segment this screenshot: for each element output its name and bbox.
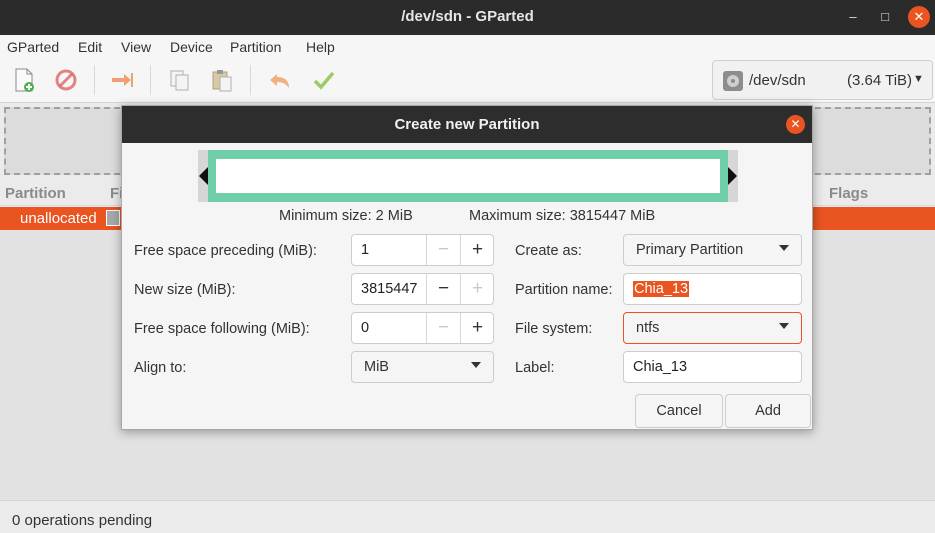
partition-usage-area bbox=[216, 159, 720, 193]
preceding-spinbutton[interactable]: 1 − + bbox=[351, 234, 494, 266]
preceding-decrement-button[interactable]: − bbox=[426, 235, 460, 265]
column-flags[interactable]: Flags bbox=[829, 185, 868, 202]
align-label: Align to: bbox=[134, 360, 187, 376]
window-title: /dev/sdn - GParted bbox=[401, 8, 534, 25]
menu-device[interactable]: Device bbox=[170, 39, 213, 55]
new-partition-icon[interactable] bbox=[10, 66, 38, 94]
left-resize-handle[interactable] bbox=[199, 167, 208, 185]
create-as-value: Primary Partition bbox=[636, 242, 744, 258]
menu-partition[interactable]: Partition bbox=[230, 39, 281, 55]
menu-view[interactable]: View bbox=[121, 39, 151, 55]
menu-edit[interactable]: Edit bbox=[78, 39, 102, 55]
device-name: /dev/sdn bbox=[749, 72, 806, 89]
menu-gparted[interactable]: GParted bbox=[7, 39, 59, 55]
status-bar: 0 operations pending bbox=[0, 500, 935, 533]
apply-icon[interactable] bbox=[310, 66, 338, 94]
new-size-spinbutton[interactable]: 3815447 − + bbox=[351, 273, 494, 305]
title-bar: /dev/sdn - GParted – □ ✕ bbox=[0, 0, 935, 35]
partition-size-graphic[interactable] bbox=[198, 150, 738, 202]
create-partition-dialog: Create new Partition ✕ Minimum size: 2 M… bbox=[121, 105, 813, 430]
paste-icon[interactable] bbox=[208, 66, 236, 94]
min-size-label: Minimum size: 2 MiB bbox=[279, 208, 413, 224]
fs-label-value[interactable]: Chia_13 bbox=[633, 359, 687, 375]
chevron-down-icon: ▼ bbox=[913, 73, 924, 85]
fs-label-label: Label: bbox=[515, 360, 555, 376]
preceding-value[interactable]: 1 bbox=[361, 242, 369, 258]
toolbar-separator bbox=[94, 65, 95, 95]
following-spinbutton[interactable]: 0 − + bbox=[351, 312, 494, 344]
filesystem-color-swatch bbox=[106, 210, 120, 226]
undo-icon[interactable] bbox=[266, 66, 294, 94]
dialog-header: Create new Partition ✕ bbox=[122, 106, 812, 143]
menu-bar: GParted Edit View Device Partition Help bbox=[0, 35, 935, 59]
new-size-value[interactable]: 3815447 bbox=[361, 281, 417, 297]
create-as-label: Create as: bbox=[515, 243, 582, 259]
create-as-dropdown[interactable]: Primary Partition bbox=[623, 234, 802, 266]
copy-icon[interactable] bbox=[166, 66, 194, 94]
toolbar-separator bbox=[250, 65, 251, 95]
close-icon[interactable]: ✕ bbox=[786, 115, 805, 134]
file-system-dropdown[interactable]: ntfs bbox=[623, 312, 802, 344]
device-selector[interactable]: /dev/sdn (3.64 TiB) ▼ bbox=[712, 60, 933, 100]
chevron-down-icon bbox=[471, 362, 481, 368]
align-value: MiB bbox=[364, 359, 389, 375]
column-partition[interactable]: Partition bbox=[5, 185, 66, 202]
chevron-down-icon bbox=[779, 245, 789, 251]
file-system-label: File system: bbox=[515, 321, 593, 337]
file-system-value: ntfs bbox=[636, 320, 660, 336]
close-window-button[interactable]: ✕ bbox=[908, 6, 930, 28]
menu-help[interactable]: Help bbox=[306, 39, 335, 55]
toolbar-separator bbox=[150, 65, 151, 95]
following-decrement-button[interactable]: − bbox=[426, 313, 460, 343]
fs-label-field[interactable]: Chia_13 bbox=[623, 351, 802, 383]
new-size-label: New size (MiB): bbox=[134, 282, 236, 298]
status-text: 0 operations pending bbox=[12, 512, 153, 529]
minimize-button[interactable]: – bbox=[842, 6, 864, 28]
maximize-button[interactable]: □ bbox=[874, 6, 896, 28]
cancel-button[interactable]: Cancel bbox=[635, 394, 723, 428]
partition-name-cell: unallocated bbox=[20, 210, 97, 227]
partition-name-field[interactable]: Chia_13 bbox=[623, 273, 802, 305]
resize-move-icon[interactable] bbox=[108, 66, 136, 94]
partition-name-label: Partition name: bbox=[515, 282, 613, 298]
add-button[interactable]: Add bbox=[725, 394, 811, 428]
device-size: (3.64 TiB) bbox=[847, 72, 913, 89]
toolbar: /dev/sdn (3.64 TiB) ▼ bbox=[0, 59, 935, 103]
disk-icon bbox=[722, 70, 744, 92]
dialog-title: Create new Partition bbox=[394, 116, 540, 133]
preceding-increment-button[interactable]: + bbox=[460, 235, 494, 265]
delete-icon[interactable] bbox=[52, 66, 80, 94]
max-size-label: Maximum size: 3815447 MiB bbox=[469, 208, 656, 224]
new-size-increment-button[interactable]: + bbox=[460, 274, 494, 304]
following-label: Free space following (MiB): bbox=[134, 321, 310, 337]
following-increment-button[interactable]: + bbox=[460, 313, 494, 343]
preceding-label: Free space preceding (MiB): bbox=[134, 243, 317, 259]
new-size-decrement-button[interactable]: − bbox=[426, 274, 460, 304]
right-resize-handle[interactable] bbox=[728, 167, 737, 185]
partition-name-value[interactable]: Chia_13 bbox=[633, 281, 690, 297]
align-dropdown[interactable]: MiB bbox=[351, 351, 494, 383]
following-value[interactable]: 0 bbox=[361, 320, 369, 336]
chevron-down-icon bbox=[779, 323, 789, 329]
